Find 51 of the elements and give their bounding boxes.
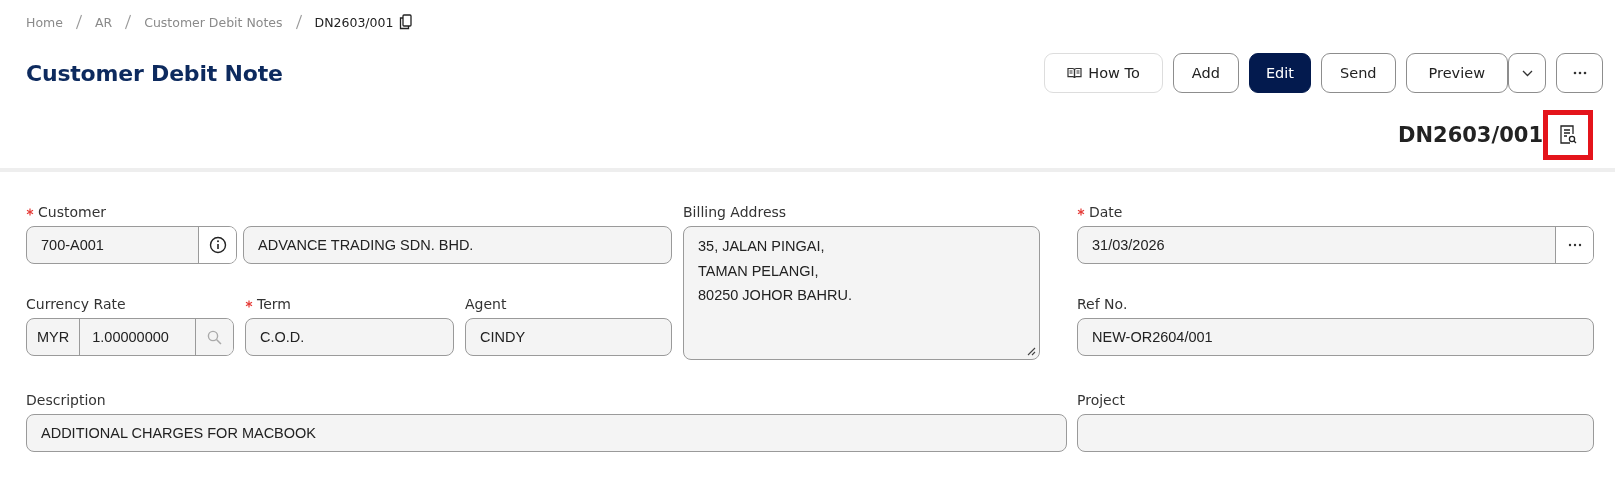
field-label: Date <box>1089 204 1123 220</box>
required-icon <box>26 208 34 216</box>
info-icon <box>208 236 227 254</box>
field-label: Description <box>26 392 106 408</box>
required-icon <box>245 300 253 308</box>
field-label: Currency Rate <box>26 296 126 312</box>
book-icon <box>1067 67 1083 79</box>
project-field[interactable] <box>1077 414 1594 452</box>
toolbar-button[interactable]: Send <box>1321 53 1396 93</box>
ellipsis-icon <box>1567 243 1582 247</box>
field-label: Agent <box>465 296 507 312</box>
edit-button[interactable]: Edit <box>1248 53 1311 93</box>
date-field[interactable]: 31/03/2026 <box>1077 226 1594 264</box>
field-label: Term <box>257 296 291 312</box>
copy-icon[interactable] <box>399 14 413 30</box>
caret-icon <box>1521 69 1533 77</box>
preview-document-button[interactable] <box>1543 110 1593 160</box>
date-picker-button[interactable] <box>1555 227 1593 263</box>
page-title: Customer Debit Note <box>26 60 283 86</box>
term-field[interactable]: C.O.D. <box>245 318 454 356</box>
billing-address-field[interactable]: 35, JALAN PINGAI, TAMAN PELANGI, 80250 JOHOR BAHRU. <box>683 226 1040 360</box>
agent-field[interactable]: CINDY <box>465 318 672 356</box>
search-icon <box>207 329 222 345</box>
field-label: Customer <box>38 204 106 220</box>
document-number: DN2603/001 <box>1398 123 1543 147</box>
description-field[interactable]: ADDITIONAL CHARGES FOR MACBOOK <box>26 414 1067 452</box>
document-search-icon <box>1559 125 1577 145</box>
field-label: Ref No. <box>1077 296 1128 312</box>
breadcrumb-item[interactable]: Customer Debit Notes <box>144 14 283 30</box>
breadcrumb-item[interactable]: AR <box>94 14 113 30</box>
breadcrumb-separator <box>294 14 303 30</box>
toolbar-button[interactable]: Add <box>1172 53 1239 93</box>
breadcrumb-separator <box>124 14 133 30</box>
currency-rate-field[interactable]: MYR 1.00000000 <box>26 318 234 356</box>
customer-code-field[interactable]: 700-A001 <box>26 226 237 264</box>
breadcrumb-separator <box>74 14 83 30</box>
breadcrumb-item[interactable]: Home <box>26 14 63 30</box>
field-label: Project <box>1077 392 1125 408</box>
field-label: Billing Address <box>683 204 787 220</box>
info-button[interactable] <box>198 227 236 263</box>
ref-no-field[interactable]: NEW-OR2604/001 <box>1077 318 1594 356</box>
preview-button[interactable]: Preview <box>1405 53 1508 93</box>
required-icon <box>1077 208 1085 216</box>
search-button[interactable] <box>195 319 233 355</box>
how-to-button[interactable]: How To <box>1044 53 1163 93</box>
dropdown-button[interactable] <box>1508 53 1546 93</box>
customer-name-field[interactable]: ADVANCE TRADING SDN. BHD. <box>243 226 672 264</box>
resize-handle-icon[interactable] <box>1026 346 1036 356</box>
ellipsis-icon <box>1572 71 1587 75</box>
more-button[interactable] <box>1556 53 1603 93</box>
breadcrumb-item: DN2603/001 <box>314 14 394 30</box>
